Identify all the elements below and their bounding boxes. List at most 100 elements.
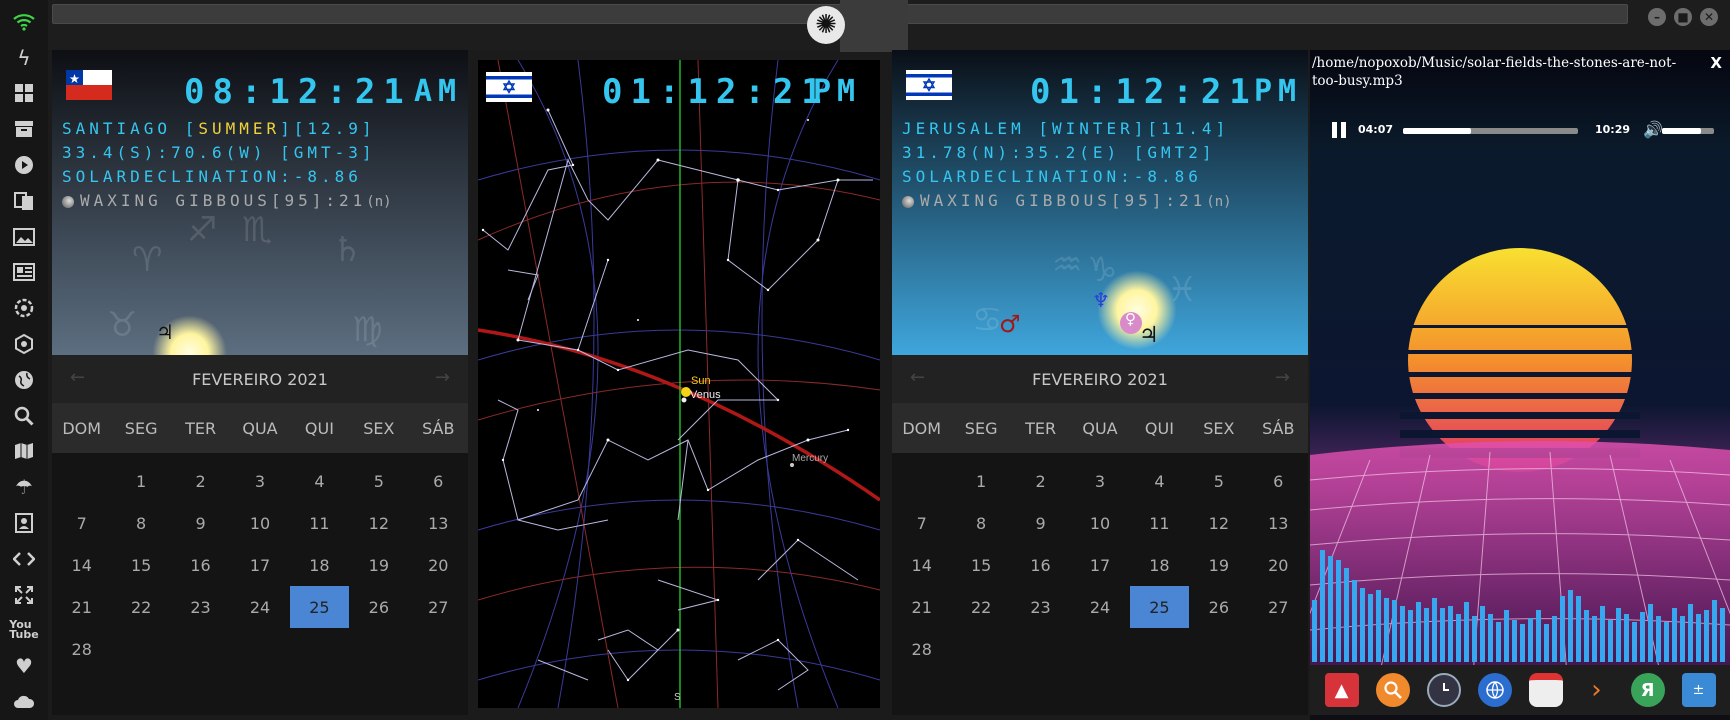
calendar-day[interactable]: 12 (349, 502, 408, 544)
calendar-day[interactable]: 14 (52, 544, 111, 586)
calendar-day[interactable]: 7 (52, 502, 111, 544)
calendar-next-button[interactable]: → (435, 367, 450, 388)
calendar-day[interactable]: 20 (1249, 544, 1308, 586)
cloud-icon[interactable] (7, 685, 41, 719)
volume-slider[interactable] (1662, 128, 1714, 134)
hexagon-icon[interactable] (7, 327, 41, 361)
map-icon[interactable] (7, 435, 41, 469)
calendar-day[interactable]: 21 (52, 586, 111, 628)
pause-button[interactable] (1332, 122, 1346, 138)
rebel-alliance-icon[interactable]: ✺ (807, 6, 845, 44)
calendar-day[interactable]: 16 (171, 544, 230, 586)
calendar-day[interactable]: 11 (290, 502, 349, 544)
calendar-day[interactable]: 11 (1130, 502, 1189, 544)
calendar-prev-button[interactable]: ← (70, 367, 85, 388)
calendar-day[interactable]: 28 (892, 628, 951, 670)
calendar-day[interactable]: 22 (951, 586, 1010, 628)
play-icon[interactable] (7, 148, 41, 182)
calendar-day[interactable]: 2 (1011, 460, 1070, 502)
media-player: /home/nopoxob/Music/solar-fields-the-sto… (1310, 50, 1730, 720)
calendar-day[interactable]: 28 (52, 628, 111, 670)
calendar-day[interactable]: 1 (111, 460, 170, 502)
flash-icon[interactable]: ϟ (7, 41, 41, 75)
calendar-icon[interactable] (1528, 673, 1563, 707)
calendar-day[interactable]: 4 (1130, 460, 1189, 502)
calendar-day[interactable]: 7 (892, 502, 951, 544)
calendar-day[interactable]: 15 (111, 544, 170, 586)
calendar-day[interactable]: 5 (1189, 460, 1248, 502)
calendar-day[interactable]: 10 (230, 502, 289, 544)
calendar-day[interactable]: 10 (1070, 502, 1129, 544)
calendar-day[interactable]: 8 (111, 502, 170, 544)
calendar-day[interactable]: 4 (290, 460, 349, 502)
calendar-day[interactable]: 13 (1249, 502, 1308, 544)
settings-icon[interactable] (7, 291, 41, 325)
clock-icon[interactable] (1426, 673, 1461, 707)
calendar-day[interactable]: 9 (1011, 502, 1070, 544)
calendar-day[interactable]: 3 (1070, 460, 1129, 502)
media-close-button[interactable]: X (1710, 54, 1722, 72)
calendar-day[interactable]: 9 (171, 502, 230, 544)
code-icon[interactable] (7, 542, 41, 576)
calendar-day[interactable]: 6 (409, 460, 468, 502)
translate-icon[interactable] (7, 184, 41, 218)
search-icon[interactable] (7, 399, 41, 433)
arch-icon[interactable]: ▲ (1324, 673, 1359, 707)
calendar-day[interactable]: 24 (1070, 586, 1129, 628)
calendar-day[interactable]: 1 (951, 460, 1010, 502)
calendar-day[interactable]: 19 (1189, 544, 1248, 586)
calendar-day[interactable]: 27 (409, 586, 468, 628)
archive-icon[interactable] (7, 112, 41, 146)
calendar-day[interactable]: 15 (951, 544, 1010, 586)
yandex-icon[interactable]: Я (1630, 673, 1665, 707)
calendar-day[interactable]: 8 (951, 502, 1010, 544)
calendar-day[interactable]: 21 (892, 586, 951, 628)
youtube-icon[interactable]: You Tube (7, 614, 41, 648)
calendar-day[interactable]: 13 (409, 502, 468, 544)
calendar-day[interactable]: 23 (1011, 586, 1070, 628)
calendar-day[interactable]: 19 (349, 544, 408, 586)
calendar-day[interactable]: 24 (230, 586, 289, 628)
wifi-icon[interactable] (7, 5, 41, 39)
calendar-day[interactable]: 2 (171, 460, 230, 502)
globe-icon[interactable] (7, 363, 41, 397)
calendar-day[interactable]: 17 (230, 544, 289, 586)
fullscreen-icon[interactable] (7, 578, 41, 612)
calendar-day[interactable]: 26 (1189, 586, 1248, 628)
calendar-day[interactable]: 12 (1189, 502, 1248, 544)
arrow-icon[interactable]: › (1580, 673, 1614, 707)
calendar-day[interactable]: 20 (409, 544, 468, 586)
calendar-day[interactable]: 16 (1011, 544, 1070, 586)
calendar-day[interactable]: 23 (171, 586, 230, 628)
calendar-day[interactable]: 17 (1070, 544, 1129, 586)
calendar-prev-button[interactable]: ← (910, 367, 925, 388)
search-icon[interactable] (1375, 673, 1410, 707)
calendar-day[interactable]: 6 (1249, 460, 1308, 502)
news-icon[interactable] (7, 256, 41, 290)
image-icon[interactable] (7, 220, 41, 254)
heart-icon[interactable]: ♥ (7, 649, 41, 683)
calculator-icon[interactable]: ± (1681, 673, 1716, 707)
star-map[interactable]: Sun Venus Mercury S 01:12:21 PM (478, 60, 880, 708)
globe-icon[interactable] (1477, 673, 1512, 707)
volume-icon[interactable]: 🔊 (1643, 120, 1663, 139)
seek-bar[interactable] (1403, 128, 1578, 134)
calendar-next-button[interactable]: → (1275, 367, 1290, 388)
maximize-icon[interactable]: ■ (1674, 8, 1692, 26)
calendar-day[interactable]: 26 (349, 586, 408, 628)
calendar-day[interactable]: 22 (111, 586, 170, 628)
emblem-tab[interactable] (840, 0, 908, 52)
calendar-day[interactable]: 18 (290, 544, 349, 586)
minimize-icon[interactable]: – (1648, 8, 1666, 26)
windows-icon[interactable] (7, 77, 41, 111)
calendar-day[interactable]: 18 (1130, 544, 1189, 586)
contacts-icon[interactable] (7, 506, 41, 540)
close-icon[interactable]: ✕ (1700, 8, 1718, 26)
calendar-day[interactable]: 5 (349, 460, 408, 502)
calendar-day[interactable]: 3 (230, 460, 289, 502)
calendar-day[interactable]: 25 (1129, 586, 1190, 628)
umbrella-icon[interactable]: ☂ (7, 470, 41, 504)
calendar-day[interactable]: 14 (892, 544, 951, 586)
calendar-day[interactable]: 27 (1249, 586, 1308, 628)
calendar-day[interactable]: 25 (289, 586, 350, 628)
